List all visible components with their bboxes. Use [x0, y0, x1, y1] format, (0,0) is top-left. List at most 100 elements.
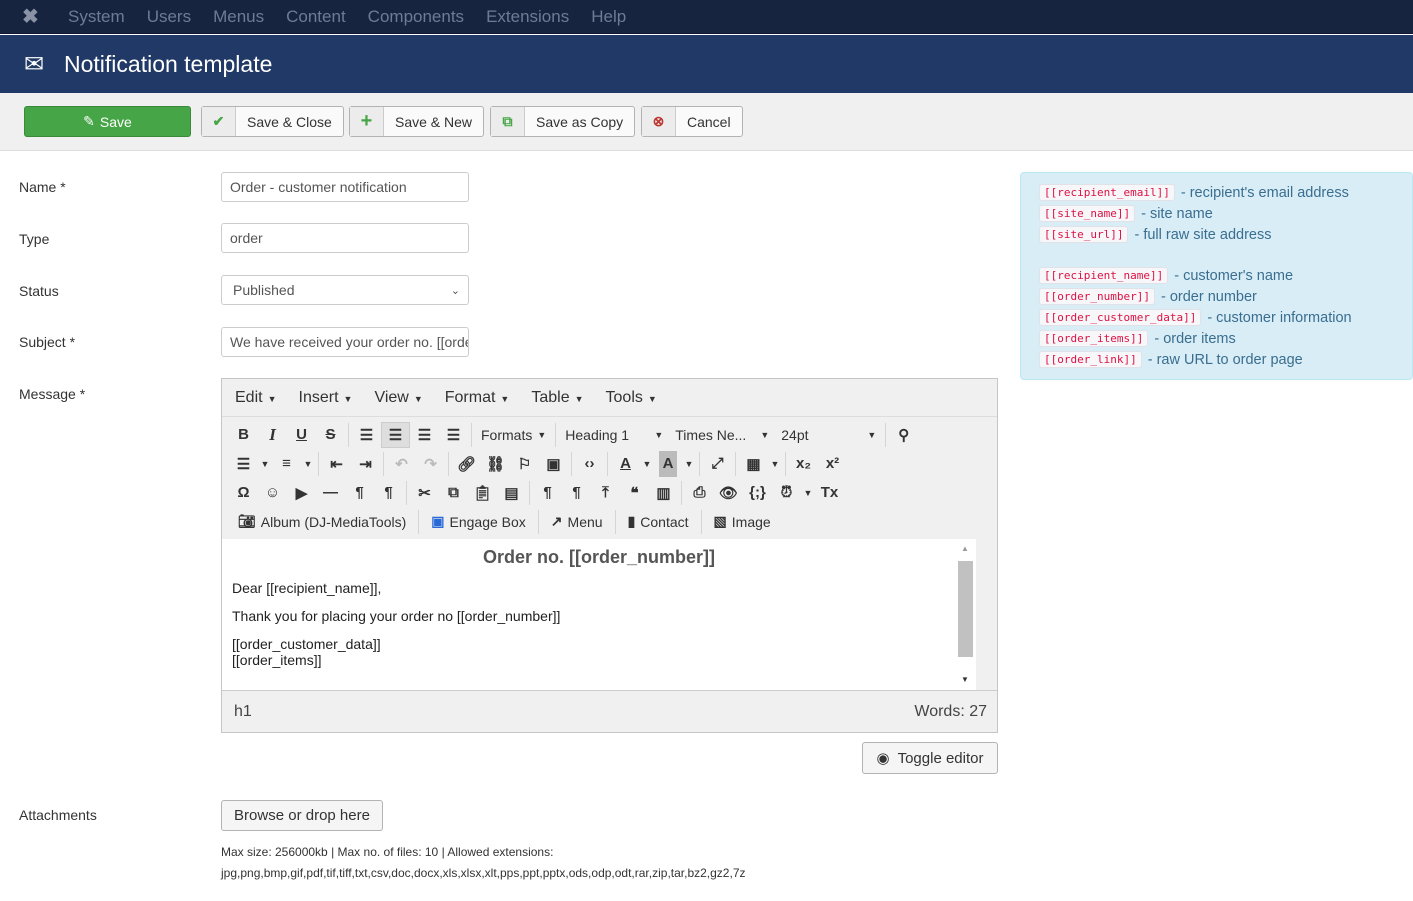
menu-tools[interactable]: Tools ▼ — [606, 389, 657, 407]
template-icon[interactable]: ▥ — [649, 480, 678, 506]
paste-icon[interactable]: 📋︎ — [468, 480, 497, 506]
text-color-icon[interactable]: A — [611, 451, 640, 477]
blockquote-icon[interactable]: ❝ — [620, 480, 649, 506]
underline-icon[interactable]: U — [287, 422, 316, 448]
scroll-up-icon[interactable]: ▲ — [961, 544, 969, 553]
nav-components[interactable]: Components — [368, 7, 464, 27]
nav-menus[interactable]: Menus — [213, 7, 264, 27]
caret-down-icon[interactable]: ▼ — [258, 451, 272, 477]
cut-icon[interactable]: ✂ — [410, 480, 439, 506]
preview-icon[interactable]: 👁︎ — [714, 480, 743, 506]
outdent-icon[interactable]: ⇤ — [322, 451, 351, 477]
undo-icon[interactable]: ↶ — [387, 451, 416, 477]
code-icon[interactable]: ‹› — [575, 451, 604, 477]
menu-format[interactable]: Format ▼ — [445, 389, 510, 407]
nav-system[interactable]: System — [68, 7, 125, 27]
strikethrough-icon[interactable]: S — [316, 422, 345, 448]
edit-icon: ✎ — [83, 113, 95, 129]
caret-down-icon[interactable]: ▼ — [640, 451, 654, 477]
copy-icon[interactable]: ⧉ — [439, 480, 468, 506]
find-replace-icon[interactable]: ⚲ — [889, 422, 918, 448]
plugin-label: Contact — [640, 513, 689, 530]
plugin-button[interactable]: ▮ Contact — [619, 513, 698, 530]
scroll-down-icon[interactable]: ▼ — [961, 675, 969, 684]
insert-image-icon[interactable]: ▣ — [539, 451, 568, 477]
editor-scrollbar[interactable]: ▲ ▼ — [957, 544, 974, 684]
browse-files-button[interactable]: Browse or drop here — [221, 800, 383, 831]
table-icon[interactable]: ▦ — [739, 451, 768, 477]
bold-icon[interactable]: B — [229, 422, 258, 448]
subscript-icon[interactable]: x₂ — [789, 451, 818, 477]
redo-icon[interactable]: ↷ — [416, 451, 445, 477]
joomla-logo-icon[interactable]: ✖ — [22, 4, 46, 29]
save-label: Save — [99, 113, 132, 130]
plugin-button[interactable]: ▣ Engage Box — [422, 513, 535, 530]
caret-down-icon[interactable]: ▼ — [768, 451, 782, 477]
show-blocks-icon[interactable]: ¶ — [533, 480, 562, 506]
scrollbar-thumb[interactable] — [958, 561, 973, 657]
caret-down-icon[interactable]: ▼ — [301, 451, 315, 477]
caret-down-icon[interactable]: ▼ — [682, 451, 696, 477]
italic-icon[interactable]: I — [258, 422, 287, 448]
align-left-icon[interactable]: ☰ — [352, 422, 381, 448]
formats-dropdown[interactable]: Formats ▼ — [475, 427, 552, 443]
upload-icon[interactable]: ⤒ — [591, 480, 620, 506]
editor-content[interactable]: Order no. [[order_number]] Dear [[recipi… — [222, 539, 976, 690]
background-color-icon[interactable]: A — [659, 450, 677, 477]
remove-format-icon[interactable]: Tx — [815, 480, 844, 506]
cancel-icon: ⊗ — [642, 107, 676, 136]
rtl-icon[interactable]: ¶ — [374, 480, 403, 506]
name-input[interactable]: Order - customer notification — [221, 172, 469, 202]
clock-icon[interactable]: ⏰︎ — [772, 480, 801, 506]
unlink-icon[interactable]: ⛓ — [481, 451, 510, 477]
nav-extensions[interactable]: Extensions — [486, 7, 569, 27]
indent-icon[interactable]: ⇥ — [351, 451, 380, 477]
caret-down-icon[interactable]: ▼ — [801, 480, 815, 506]
menu-insert[interactable]: Insert ▼ — [299, 389, 353, 407]
placeholder-help-item: [[order_items]] - order items — [1039, 328, 1412, 349]
toggle-editor-button[interactable]: ◉ Toggle editor — [862, 742, 998, 774]
nav-help[interactable]: Help — [591, 7, 626, 27]
paste-text-icon[interactable]: ▤ — [497, 480, 526, 506]
numbered-list-icon[interactable]: ≡ — [272, 451, 301, 477]
code-sample-icon[interactable]: {;} — [743, 480, 772, 506]
superscript-icon[interactable]: x² — [818, 451, 847, 477]
nav-users[interactable]: Users — [147, 7, 191, 27]
save-close-button[interactable]: ✔ Save & Close — [201, 106, 344, 137]
plugin-button[interactable]: ▧ Image — [705, 513, 780, 530]
link-icon[interactable]: 🔗︎ — [452, 451, 481, 477]
bullet-list-icon[interactable]: ☰ — [229, 451, 258, 477]
fullscreen-icon[interactable]: ⤢ — [703, 451, 732, 477]
contact-icon: ▮ — [627, 513, 636, 529]
block-format-dropdown[interactable]: Heading 1 ▼ — [559, 427, 669, 443]
bookmark-icon[interactable]: ⚐ — [510, 451, 539, 477]
ltr-icon[interactable]: ¶ — [345, 480, 374, 506]
status-select[interactable]: Published ⌄ — [221, 275, 469, 305]
justify-icon[interactable]: ☰ — [439, 422, 468, 448]
special-char-icon[interactable]: Ω — [229, 480, 258, 506]
page-title: Notification template — [64, 50, 273, 77]
save-copy-button[interactable]: ⧉ Save as Copy — [490, 106, 636, 137]
print-icon[interactable]: ⎙ — [685, 480, 714, 506]
plugin-button[interactable]: ↗ Menu — [542, 513, 612, 530]
plugin-button[interactable]: 📷︎ Album (DJ-MediaTools) — [229, 513, 415, 530]
font-size-dropdown[interactable]: 24pt ▼ — [775, 427, 882, 443]
align-center-icon[interactable]: ☰ — [381, 421, 410, 448]
horizontal-rule-icon[interactable]: — — [316, 480, 345, 506]
align-right-icon[interactable]: ☰ — [410, 422, 439, 448]
media-icon[interactable]: ▶ — [287, 480, 316, 506]
subject-input[interactable]: We have received your order no. [[order_… — [221, 327, 469, 357]
type-input[interactable]: order — [221, 223, 469, 253]
element-path[interactable]: h1 — [234, 703, 252, 721]
menu-edit[interactable]: Edit ▼ — [235, 389, 277, 407]
emoticon-icon[interactable]: ☺ — [258, 480, 287, 506]
top-navbar: ✖ System Users Menus Content Components … — [0, 0, 1413, 34]
nav-content[interactable]: Content — [286, 7, 346, 27]
menu-table[interactable]: Table ▼ — [531, 389, 583, 407]
save-button[interactable]: ✎ Save — [24, 106, 191, 137]
menu-view[interactable]: View ▼ — [374, 389, 422, 407]
pilcrow-icon[interactable]: ¶ — [562, 480, 591, 506]
save-new-button[interactable]: + Save & New — [349, 106, 485, 137]
font-family-dropdown[interactable]: Times Ne... ▼ — [669, 427, 775, 443]
cancel-button[interactable]: ⊗ Cancel — [641, 106, 743, 137]
